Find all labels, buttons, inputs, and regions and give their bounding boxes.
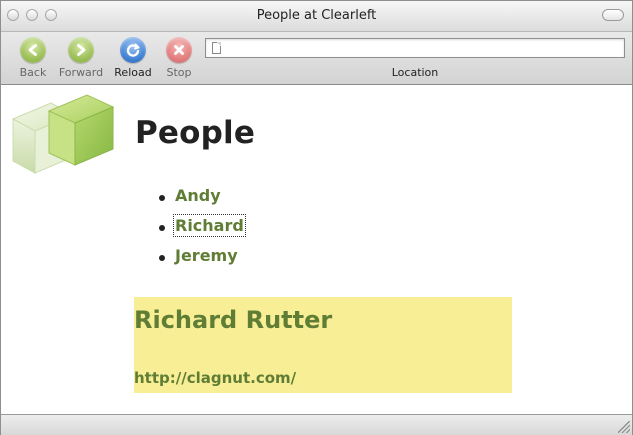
person-link-richard[interactable]: Richard (173, 214, 246, 237)
person-detail-name: Richard Rutter (134, 306, 333, 334)
person-detail-panel: Richard Rutter http://clagnut.com/ (134, 297, 512, 393)
stop-icon (166, 37, 192, 63)
clearleft-logo (9, 91, 121, 181)
person-detail-url: http://clagnut.com/ (134, 369, 297, 387)
page-content: People Andy Richard Jeremy Richard Rutte… (1, 85, 632, 414)
person-link-andy[interactable]: Andy (175, 186, 221, 205)
window-title: People at Clearleft (256, 8, 377, 23)
page-title: People (135, 115, 256, 151)
right-arrow-icon (68, 37, 94, 63)
forward-button[interactable]: Forward (53, 35, 109, 81)
left-arrow-icon (20, 37, 46, 63)
toolbar-toggle-icon[interactable] (602, 9, 624, 21)
stop-label: Stop (166, 66, 192, 79)
location-area: Location (205, 38, 627, 80)
resize-grip-icon[interactable] (618, 421, 630, 433)
forward-label: Forward (58, 66, 104, 79)
browser-window: People at Clearleft Back Forward Reload … (0, 0, 633, 435)
person-link-jeremy[interactable]: Jeremy (175, 246, 238, 265)
toolbar: Back Forward Reload Stop Location (1, 32, 632, 85)
reload-icon (120, 37, 146, 63)
stop-button[interactable]: Stop (151, 35, 207, 81)
location-input[interactable] (205, 38, 625, 58)
status-bar (1, 414, 632, 435)
title-bar: People at Clearleft (1, 1, 632, 32)
page-icon (212, 42, 221, 54)
location-label: Location (391, 66, 439, 79)
